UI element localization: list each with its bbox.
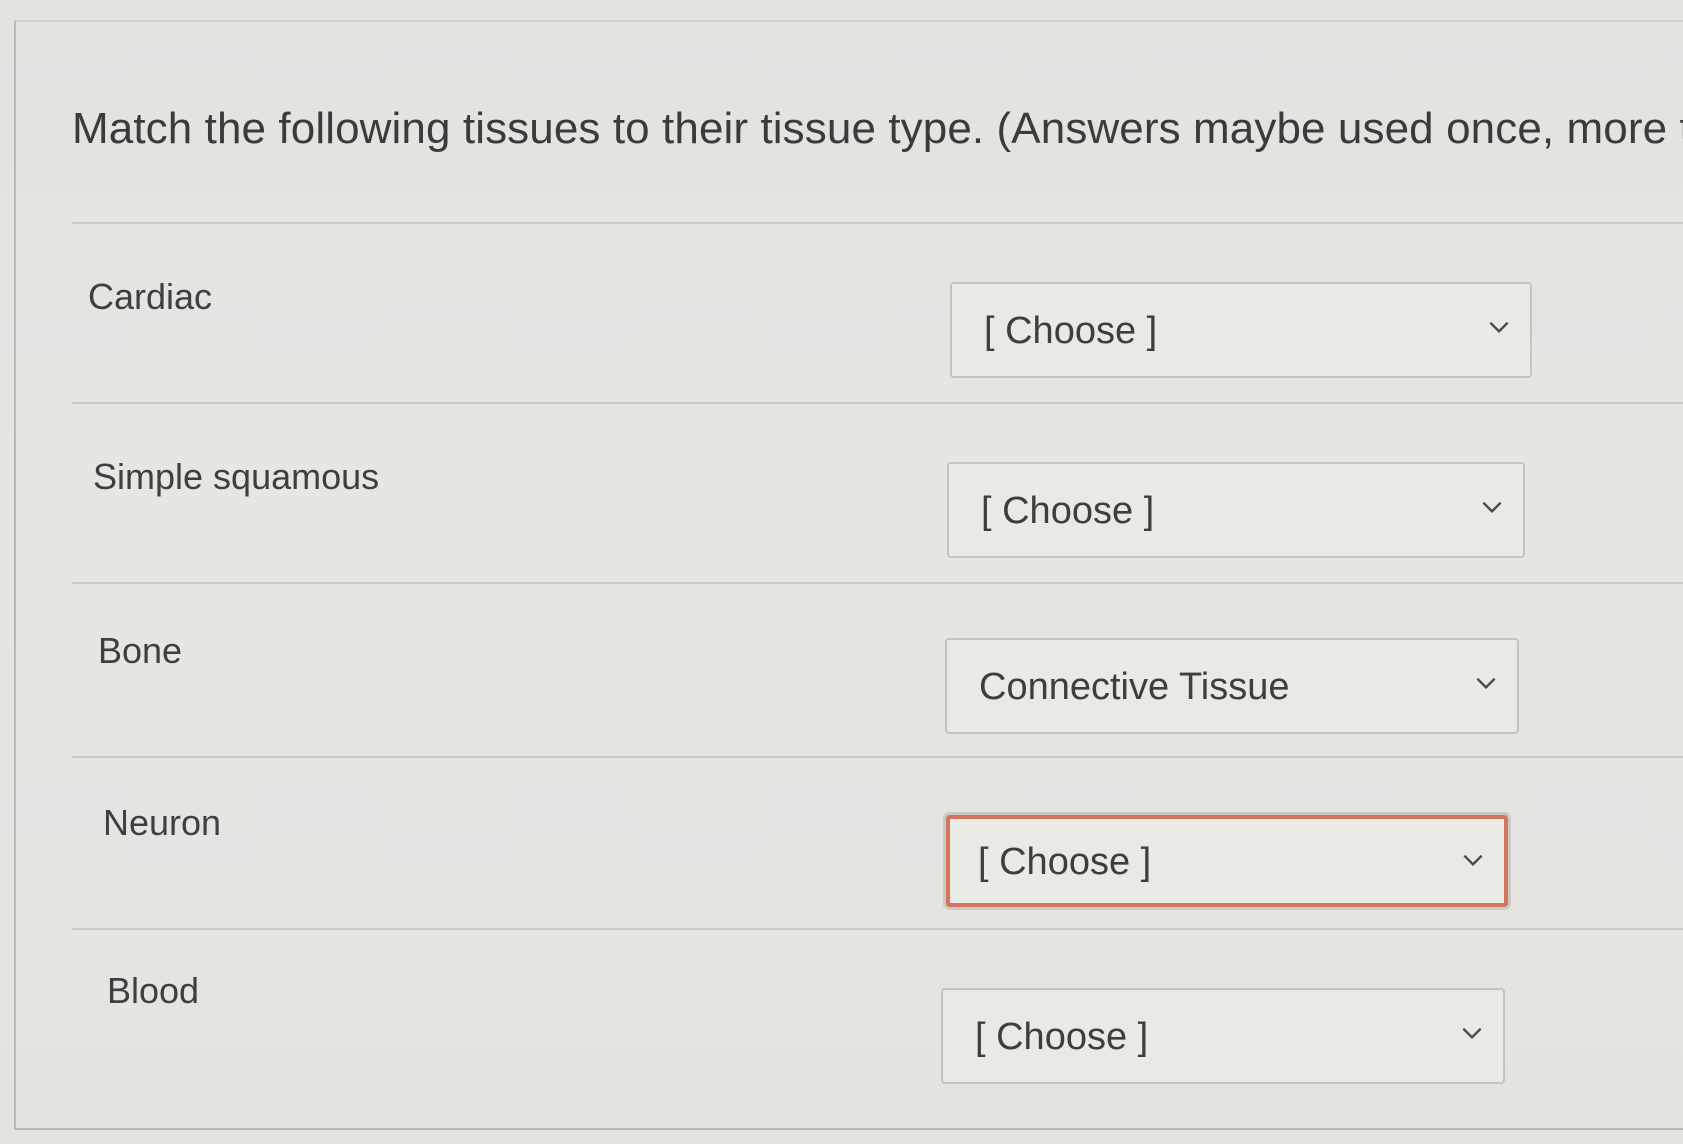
- row-label-simple-squamous: Simple squamous: [93, 456, 380, 497]
- select-value: Connective Tissue: [979, 666, 1290, 708]
- select-value: [ Choose ]: [978, 841, 1152, 883]
- select-bone[interactable]: Connective Tissue: [945, 638, 1519, 734]
- quiz-page: Match the following tissues to their tis…: [0, 0, 1683, 1144]
- divider: [72, 582, 1683, 584]
- select-neuron[interactable]: [ Choose ]: [946, 815, 1508, 907]
- row-label-cardiac: Cardiac: [88, 276, 213, 317]
- chevron-down-icon: [1482, 501, 1502, 514]
- chevron-down-icon: [1462, 1027, 1482, 1040]
- select-value: [ Choose ]: [984, 310, 1158, 352]
- row-label-blood: Blood: [107, 970, 200, 1011]
- divider: [72, 222, 1683, 224]
- divider: [72, 928, 1683, 930]
- select-cardiac[interactable]: [ Choose ]: [950, 282, 1532, 378]
- chevron-down-icon: [1476, 677, 1496, 690]
- row-label-bone: Bone: [98, 630, 183, 671]
- divider: [72, 756, 1683, 758]
- select-value: [ Choose ]: [981, 490, 1155, 532]
- question-text: Match the following tissues to their tis…: [72, 104, 1683, 153]
- divider: [72, 402, 1683, 404]
- select-blood[interactable]: [ Choose ]: [941, 988, 1505, 1084]
- select-simple-squamous[interactable]: [ Choose ]: [947, 462, 1525, 558]
- question-card: [14, 20, 1683, 1130]
- chevron-down-icon: [1489, 321, 1509, 334]
- chevron-down-icon: [1463, 854, 1483, 867]
- row-label-neuron: Neuron: [103, 802, 222, 843]
- select-value: [ Choose ]: [975, 1016, 1149, 1058]
